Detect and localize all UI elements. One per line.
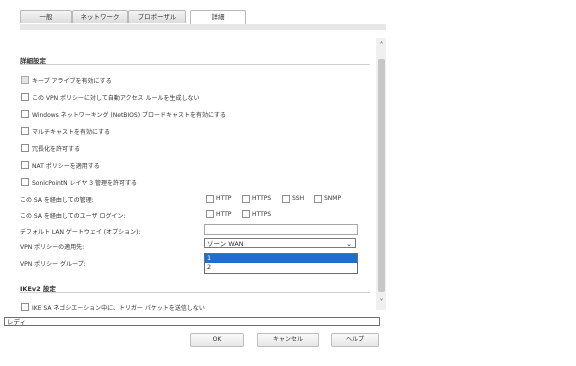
keep-alive-checkbox[interactable] bbox=[21, 76, 29, 84]
mgmt-ssh-checkbox[interactable] bbox=[282, 195, 290, 203]
mgmt-ssh-label: SSH bbox=[292, 195, 305, 202]
tab-advanced[interactable]: 詳細 bbox=[190, 10, 246, 24]
netbios-label: Windows ネットワーキング (NetBIOS) ブロードキャストを有効にす… bbox=[32, 112, 227, 119]
scrollbar-thumb[interactable] bbox=[378, 59, 385, 292]
chevron-down-icon: ⌄ bbox=[346, 240, 352, 248]
help-button[interactable]: ヘルプ bbox=[331, 333, 379, 347]
default-gateway-label: デフォルト LAN ゲートウェイ (オプション): bbox=[20, 229, 141, 236]
vpn-policy-group-label: VPN ポリシー グループ: bbox=[20, 261, 86, 268]
mgmt-via-sa-label: この SA を経由しての管理: bbox=[20, 197, 94, 204]
sonicpoint-l3-label: SonicPointN レイヤ 3 管理を許可する bbox=[32, 180, 137, 187]
mgmt-snmp-label: SNMP bbox=[324, 195, 342, 202]
login-via-sa-label: この SA を経由してのユーザ ログイン: bbox=[20, 213, 126, 220]
group-option-2[interactable]: 2 bbox=[205, 263, 357, 272]
nat-policy-checkbox[interactable] bbox=[21, 161, 29, 169]
ok-button[interactable]: OK bbox=[190, 333, 244, 347]
scroll-down-icon[interactable]: ˅ bbox=[377, 298, 386, 307]
redundancy-label: 冗長化を許可する bbox=[32, 146, 81, 153]
no-auto-access-rules-label: この VPN ポリシーに対して自動アクセス ルールを生成しない bbox=[32, 95, 200, 102]
default-gateway-input[interactable] bbox=[204, 224, 358, 235]
login-http-label: HTTP bbox=[216, 211, 232, 218]
no-trigger-packet-checkbox[interactable] bbox=[21, 303, 29, 311]
tab-general[interactable]: 一般 bbox=[20, 10, 72, 23]
tab-proposals[interactable]: プロポーザル bbox=[128, 10, 186, 23]
nat-policy-label: NAT ポリシーを適用する bbox=[32, 163, 100, 170]
keep-alive-label: キープ アライブを有効にする bbox=[32, 78, 112, 85]
status-bar: レディ bbox=[4, 317, 380, 326]
multicast-checkbox[interactable] bbox=[21, 127, 29, 135]
group-option-1[interactable]: 1 bbox=[205, 254, 357, 263]
section-divider bbox=[20, 64, 370, 65]
multicast-label: マルチキャストを有効にする bbox=[32, 129, 111, 136]
tab-network[interactable]: ネットワーク bbox=[72, 10, 128, 23]
redundancy-checkbox[interactable] bbox=[21, 144, 29, 152]
vpn-bound-to-select[interactable]: ゾーン WAN ⌄ bbox=[204, 238, 356, 248]
vpn-bound-to-value: ゾーン WAN bbox=[207, 240, 244, 248]
mgmt-https-checkbox[interactable] bbox=[242, 195, 250, 203]
vpn-bound-to-label: VPN ポリシーの適用先: bbox=[20, 244, 85, 251]
scroll-up-icon[interactable]: ˄ bbox=[377, 41, 386, 50]
login-http-checkbox[interactable] bbox=[206, 210, 214, 218]
tab-divider bbox=[20, 24, 386, 30]
mgmt-https-label: HTTPS bbox=[252, 195, 272, 202]
mgmt-http-checkbox[interactable] bbox=[206, 195, 214, 203]
login-https-checkbox[interactable] bbox=[242, 210, 250, 218]
section-divider-ikev2 bbox=[20, 292, 370, 293]
mgmt-http-label: HTTP bbox=[216, 195, 232, 202]
vpn-policy-group-listbox[interactable]: 1 2 bbox=[204, 253, 358, 274]
login-https-label: HTTPS bbox=[252, 211, 272, 218]
no-auto-access-rules-checkbox[interactable] bbox=[21, 93, 29, 101]
no-trigger-packet-label: IKE SA ネゴシエーション中に、トリガー パケットを送信しない bbox=[32, 305, 205, 312]
cancel-button[interactable]: キャンセル bbox=[257, 333, 319, 347]
mgmt-snmp-checkbox[interactable] bbox=[314, 195, 322, 203]
sonicpoint-l3-checkbox[interactable] bbox=[21, 178, 29, 186]
netbios-checkbox[interactable] bbox=[21, 110, 29, 118]
